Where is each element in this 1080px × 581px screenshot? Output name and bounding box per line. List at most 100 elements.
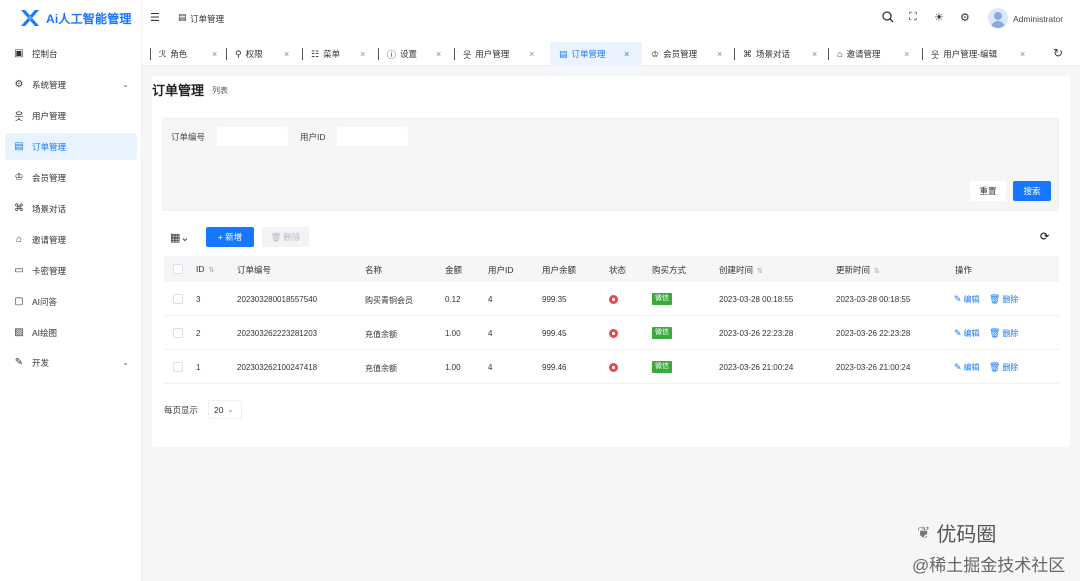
select-all-checkbox[interactable] [173, 264, 183, 274]
close-icon[interactable]: × [1020, 49, 1025, 59]
close-icon[interactable]: × [212, 49, 217, 59]
refresh-tabs-icon[interactable]: ↻ [1053, 46, 1063, 60]
close-icon[interactable]: × [284, 49, 289, 59]
close-icon[interactable]: × [436, 49, 441, 59]
sidebar-item-ai-draw[interactable]: ▨ AI绘图 [5, 319, 137, 346]
row-checkbox[interactable] [173, 294, 183, 304]
close-icon[interactable]: × [717, 49, 722, 59]
tab-label: 会员管理 [663, 49, 698, 59]
close-icon[interactable]: × [529, 49, 534, 59]
tab-label: 用户管理-编辑 [943, 49, 998, 59]
row-checkbox[interactable] [173, 328, 183, 338]
info-icon: ⓘ [387, 49, 397, 60]
sidebar-item-system[interactable]: ⚙ 系统管理 ⌄ [5, 71, 137, 98]
page-size-select[interactable]: 20 ⌄ [208, 400, 242, 419]
breadcrumb: 订单管理 [190, 14, 225, 24]
close-icon[interactable]: × [904, 49, 909, 59]
delete-button[interactable]: 🗑 删除 [989, 328, 1018, 339]
add-button[interactable]: + 新增 [206, 227, 254, 247]
fullscreen-icon[interactable]: ⛶ [909, 11, 917, 24]
tab-menus[interactable]: ☷ 菜单 × [302, 42, 378, 66]
collapse-menu-icon[interactable]: ☰ [150, 11, 160, 24]
edit-button[interactable]: ✎ 编辑 [954, 362, 980, 373]
trash-icon: 🗑 [270, 231, 282, 242]
sidebar-item-orders[interactable]: ▤ 订单管理 [5, 133, 137, 160]
sidebar-item-label: 会员管理 [32, 172, 67, 183]
edit-button[interactable]: ✎ 编辑 [954, 294, 980, 305]
column-settings-icon[interactable]: ▦⌄ [170, 231, 190, 244]
delete-button[interactable]: 🗑 删除 [989, 294, 1018, 305]
close-icon[interactable]: × [624, 49, 629, 59]
sidebar-item-label: 系统管理 [32, 79, 67, 90]
tab-order-management[interactable]: ▤ 订单管理 × [550, 42, 642, 66]
sidebar-item-dashboard[interactable]: ▣ 控制台 [5, 40, 137, 67]
tab-scene-dialog[interactable]: ⌘ 场景对话 × [734, 42, 828, 66]
scene-icon: ⌘ [14, 203, 24, 214]
edit-button[interactable]: ✎ 编辑 [954, 328, 980, 339]
order-icon: ▤ [178, 12, 187, 22]
delete-button[interactable]: 🗑 删除 [989, 362, 1018, 373]
order-icon: ▤ [14, 141, 24, 152]
cell-user-id: 4 [488, 295, 493, 304]
sidebar-item-users[interactable]: 웃 用户管理 [5, 102, 137, 129]
col-id[interactable]: ID ⇅ [196, 264, 214, 274]
close-icon[interactable]: × [360, 49, 365, 59]
tab-label: 设置 [400, 49, 418, 59]
app-logo[interactable]: Ai人工智能管理 [19, 7, 132, 29]
sidebar-item-scenes[interactable]: ⌘ 场景对话 [5, 195, 137, 222]
cell-id: 3 [196, 295, 201, 304]
sidebar-item-members[interactable]: ♔ 会员管理 [5, 164, 137, 191]
cell-created: 2023-03-26 21:00:24 [719, 363, 794, 372]
sidebar-item-label: 开发 [32, 357, 50, 368]
col-order-no: 订单编号 [237, 265, 272, 275]
tab-user-edit[interactable]: 웃 用户管理-编辑 × [922, 42, 1032, 66]
tab-separator [828, 48, 829, 60]
user-id-input[interactable] [337, 127, 408, 146]
gear-icon[interactable]: ⚙ [960, 11, 970, 24]
edit-icon: ✎ [954, 294, 962, 304]
close-icon[interactable]: × [812, 49, 817, 59]
theme-sun-icon[interactable]: ☀ [934, 11, 944, 24]
col-updated[interactable]: 更新时间 ⇅ [836, 264, 880, 276]
tab-separator [226, 48, 227, 60]
cell-created: 2023-03-26 22:23:28 [719, 329, 794, 338]
cell-amount: 1.00 [445, 329, 461, 338]
sort-icon: ⇅ [757, 268, 763, 275]
username[interactable]: Administrator [1013, 14, 1063, 24]
batch-delete-button[interactable]: 🗑 删除 [262, 227, 309, 247]
sidebar-item-cards[interactable]: ▭ 卡密管理 [5, 257, 137, 284]
watermark-source: @稀土掘金技术社区 [912, 556, 1066, 575]
sidebar-item-label: 订单管理 [32, 141, 67, 152]
page-size-value: 20 [214, 404, 224, 415]
cell-amount: 0.12 [445, 295, 461, 304]
tab-permissions[interactable]: ⚲ 权限 × [226, 42, 302, 66]
sidebar-item-ai-chat[interactable]: ▢ AI问答 [5, 288, 137, 315]
logo-icon [21, 10, 39, 26]
order-no-input[interactable] [217, 127, 288, 146]
page-subtitle: 列表 [212, 86, 228, 95]
pay-method-tag: 微信 [652, 327, 672, 339]
search-icon[interactable] [882, 11, 894, 26]
menu-icon: ☷ [311, 48, 320, 59]
sidebar-item-invites[interactable]: ⌂ 邀请管理 [5, 226, 137, 253]
sidebar-item-dev[interactable]: ✎ 开发 ⌄ [5, 349, 137, 376]
refresh-table-icon[interactable]: ⟳ [1040, 230, 1049, 243]
dev-icon: ✎ [14, 357, 24, 368]
search-button[interactable]: 搜索 [1013, 181, 1051, 201]
top-header: ☰ ▤ 订单管理 ⛶ ☀ ⚙ Administrator [142, 0, 1080, 38]
tab-settings[interactable]: ⓘ 设置 × [378, 42, 454, 66]
user-icon: 웃 [931, 49, 940, 60]
tab-label: 菜单 [323, 49, 341, 59]
table-row: 2 202303262223281203 充值余额 1.00 4 999.45 … [164, 316, 1059, 350]
invite-icon: ⌂ [15, 234, 23, 245]
tab-invite-management[interactable]: ⌂ 邀请管理 × [828, 42, 922, 66]
row-checkbox[interactable] [173, 362, 183, 372]
reset-button[interactable]: 重置 [970, 181, 1006, 201]
col-created[interactable]: 创建时间 ⇅ [719, 264, 763, 276]
tab-user-management[interactable]: 웃 用户管理 × [454, 42, 550, 66]
avatar[interactable] [988, 8, 1008, 28]
watermark-brand: ❦ 优码圈 [917, 518, 996, 547]
tab-member-management[interactable]: ♔ 会员管理 × [642, 42, 734, 66]
col-actions: 操作 [955, 265, 973, 275]
tab-roles[interactable]: ℛ 角色 × [150, 42, 226, 66]
